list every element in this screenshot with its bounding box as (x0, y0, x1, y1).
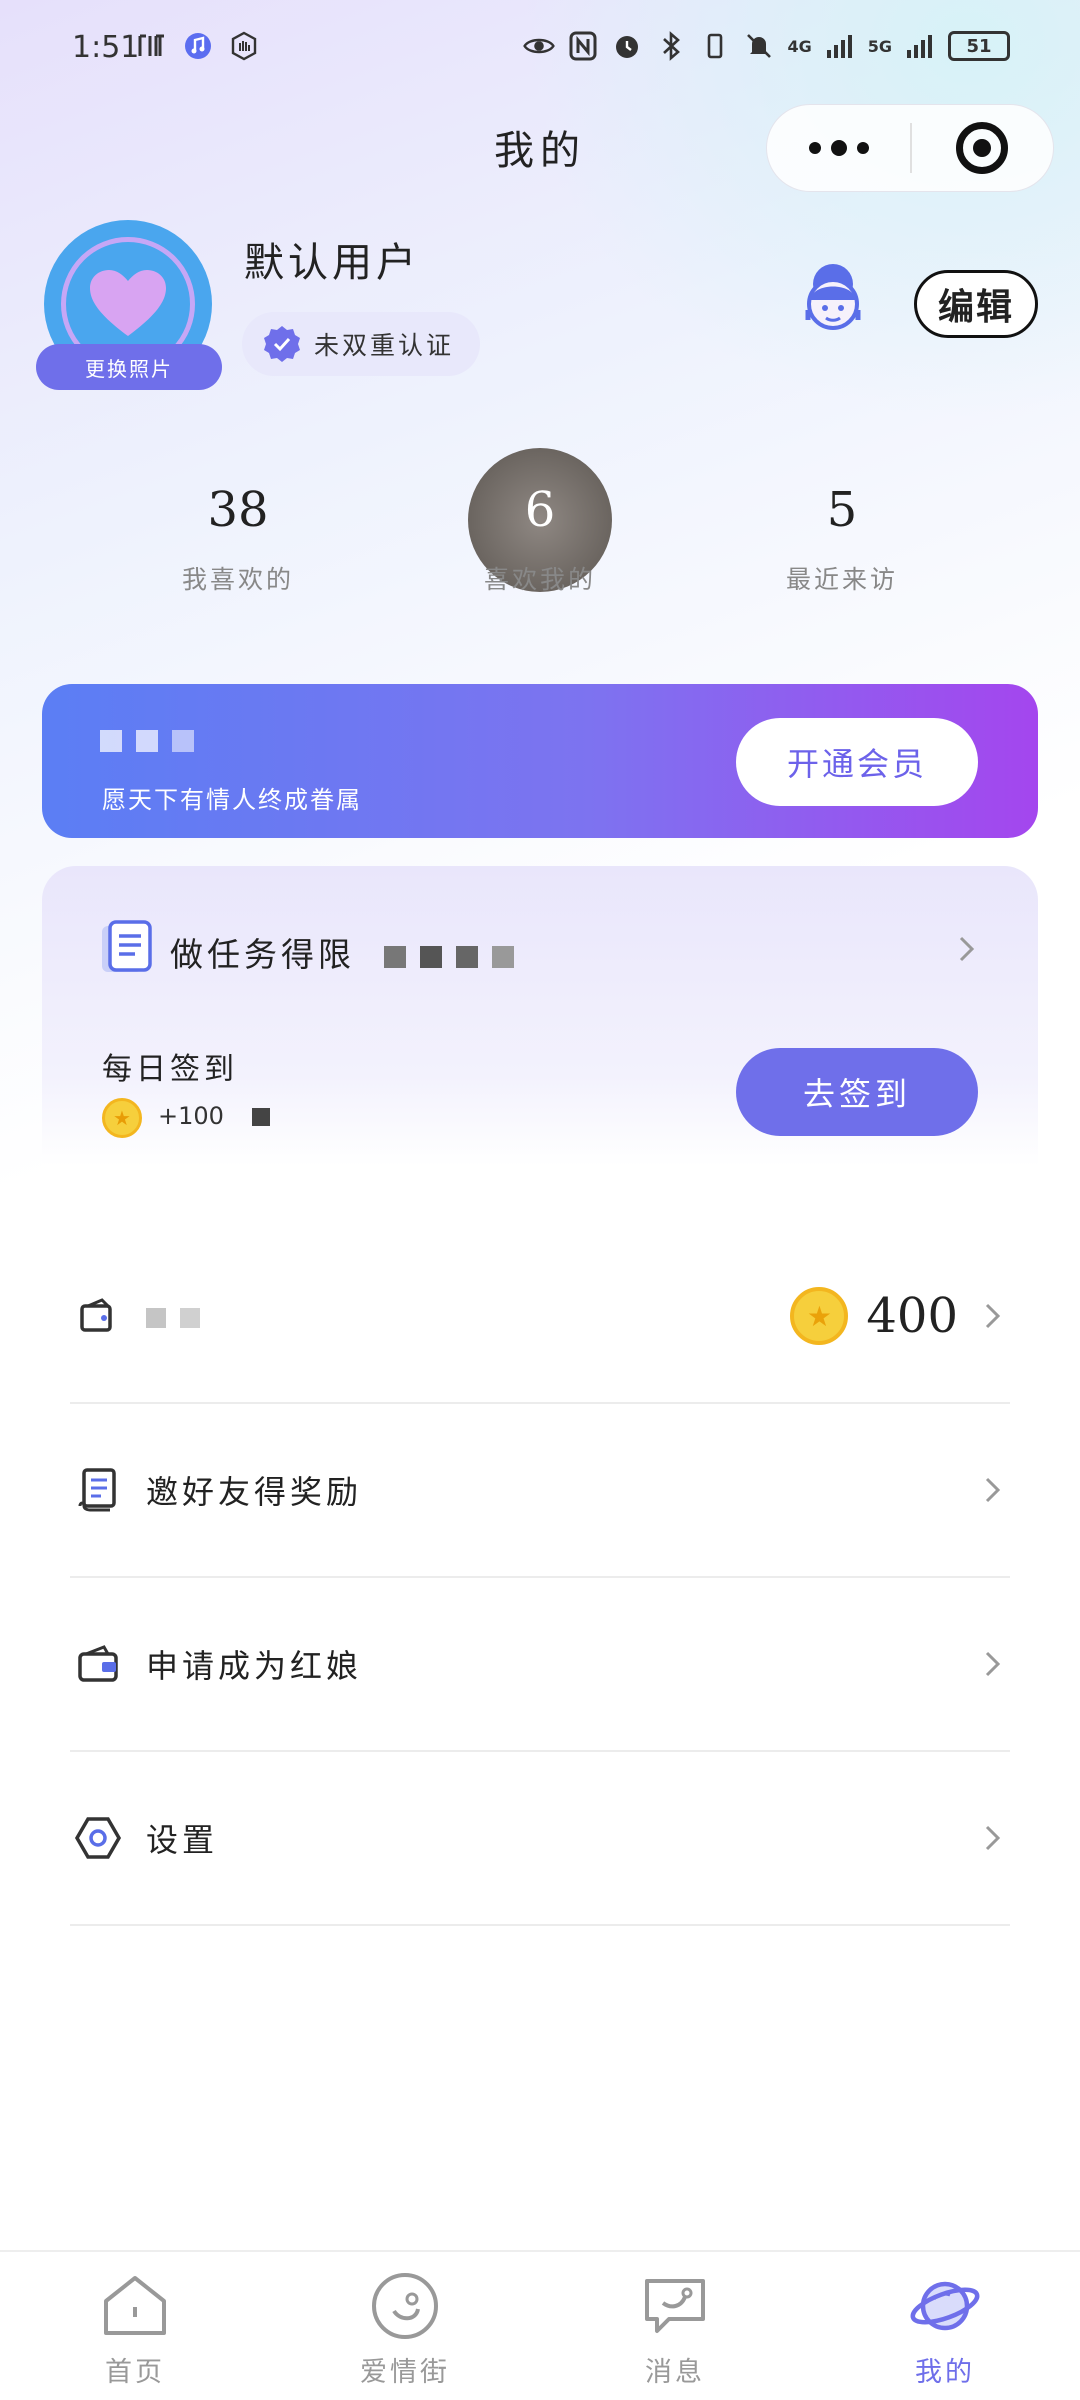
stat-like-me[interactable]: 6 喜欢我的 (420, 470, 660, 596)
vip-subtitle: 愿天下有情人终成眷属 (102, 786, 362, 814)
more-dots-icon[interactable] (767, 105, 910, 191)
coin-icon: ★ (790, 1287, 849, 1345)
menu-label: 邀好友得奖励 (146, 1473, 363, 1511)
task-list-icon (98, 918, 156, 976)
stat-i-like[interactable]: 38 我喜欢的 (118, 470, 358, 596)
verified-shield-icon (264, 326, 300, 362)
vibrate-icon (699, 30, 731, 62)
chevron-right-icon (976, 1647, 1010, 1681)
alarm-icon (611, 30, 643, 62)
menu-item-invite-friends[interactable]: 邀好友得奖励 (70, 1404, 1010, 1578)
task-title[interactable]: 做任务得限 (170, 928, 528, 976)
checkin-button[interactable]: 去签到 (736, 1048, 978, 1136)
bottom-tab-bar: 首页 爱情街 消息 我的 (0, 2250, 1080, 2400)
message-icon (637, 2268, 713, 2344)
network-4g-label: 4G (787, 36, 812, 56)
signal-icon-1 (824, 30, 856, 62)
checkin-reward-text: +100 (158, 1102, 224, 1130)
tab-label: 爱情街 (360, 2357, 450, 2388)
wallet-balance: ★ 400 (790, 1287, 1010, 1345)
network-5g-label: 5G (867, 36, 892, 56)
menu-label: 设置 (146, 1821, 219, 1859)
menu-item-settings[interactable]: 设置 (70, 1752, 1010, 1926)
wallet-label-redacted (146, 1297, 790, 1335)
nfc-icon (567, 30, 599, 62)
stat-value: 6 (524, 482, 556, 538)
tab-label: 首页 (105, 2357, 165, 2388)
tab-home[interactable]: 首页 (0, 2252, 270, 2400)
purse-icon (70, 1288, 126, 1344)
vip-title-redacted (100, 716, 208, 762)
heart-icon (90, 270, 166, 336)
open-vip-button[interactable]: 开通会员 (736, 718, 978, 806)
mini-program-capsule (766, 104, 1054, 192)
home-icon (97, 2268, 173, 2344)
target-circle-icon (956, 122, 1009, 174)
customer-service-icon[interactable] (796, 260, 870, 344)
task-title-text: 做任务得限 (170, 935, 355, 974)
stat-value: 38 (207, 482, 269, 538)
tab-messages[interactable]: 消息 (540, 2252, 810, 2400)
chevron-right-icon (976, 1473, 1010, 1507)
edit-profile-button[interactable]: 编辑 (914, 270, 1038, 338)
chevron-right-icon (976, 1821, 1010, 1855)
hand-app-icon (228, 30, 260, 62)
status-time: 1:51 (72, 30, 140, 65)
stat-label: 喜欢我的 (483, 565, 596, 594)
signal-icon-2 (904, 30, 936, 62)
tab-love-street[interactable]: 爱情街 (270, 2252, 540, 2400)
menu-item-matchmaker[interactable]: 申请成为红娘 (70, 1578, 1010, 1752)
verify-status-badge[interactable]: 未双重认证 (242, 312, 481, 376)
daily-checkin-label: 每日签到 (102, 1052, 238, 1087)
tab-mine[interactable]: 我的 (810, 2252, 1080, 2400)
verify-status-label: 未双重认证 (314, 331, 455, 360)
username: 默认用户 (244, 240, 420, 286)
coin-icon: ★ (102, 1098, 142, 1138)
hexagon-settings-icon (70, 1810, 126, 1866)
status-right-icons: 4G 5G 51 (523, 30, 1010, 62)
stat-label: 我喜欢的 (181, 565, 294, 594)
tab-label: 我的 (915, 2357, 975, 2388)
status-left-icons (136, 30, 260, 62)
checkin-reward: +100 (158, 1102, 284, 1130)
eye-icon (523, 30, 556, 62)
tab-label: 消息 (645, 2357, 705, 2388)
stat-label: 最近来访 (785, 565, 898, 594)
menu-item-wallet[interactable]: ★ 400 (70, 1230, 1010, 1404)
listen-app-icon (136, 30, 168, 62)
music-app-icon (182, 30, 214, 62)
close-capsule-button[interactable] (912, 105, 1053, 191)
menu-label: 申请成为红娘 (146, 1647, 363, 1685)
bluetooth-icon (655, 30, 687, 62)
stat-value: 5 (826, 482, 858, 538)
chevron-right-icon[interactable] (950, 932, 984, 966)
chevron-right-icon (976, 1299, 1010, 1333)
receipt-icon (70, 1462, 126, 1518)
mute-bell-icon (743, 30, 775, 62)
stat-recent-visitors[interactable]: 5 最近来访 (722, 470, 962, 596)
battery-indicator: 51 (948, 31, 1010, 61)
planet-icon (907, 2268, 983, 2344)
status-bar: 1:51 4G 5G 51 (0, 0, 1080, 100)
wallet-icon (70, 1636, 126, 1692)
coin-balance: 400 (866, 1288, 958, 1344)
love-street-icon (367, 2268, 443, 2344)
change-photo-button[interactable]: 更换照片 (36, 344, 222, 390)
